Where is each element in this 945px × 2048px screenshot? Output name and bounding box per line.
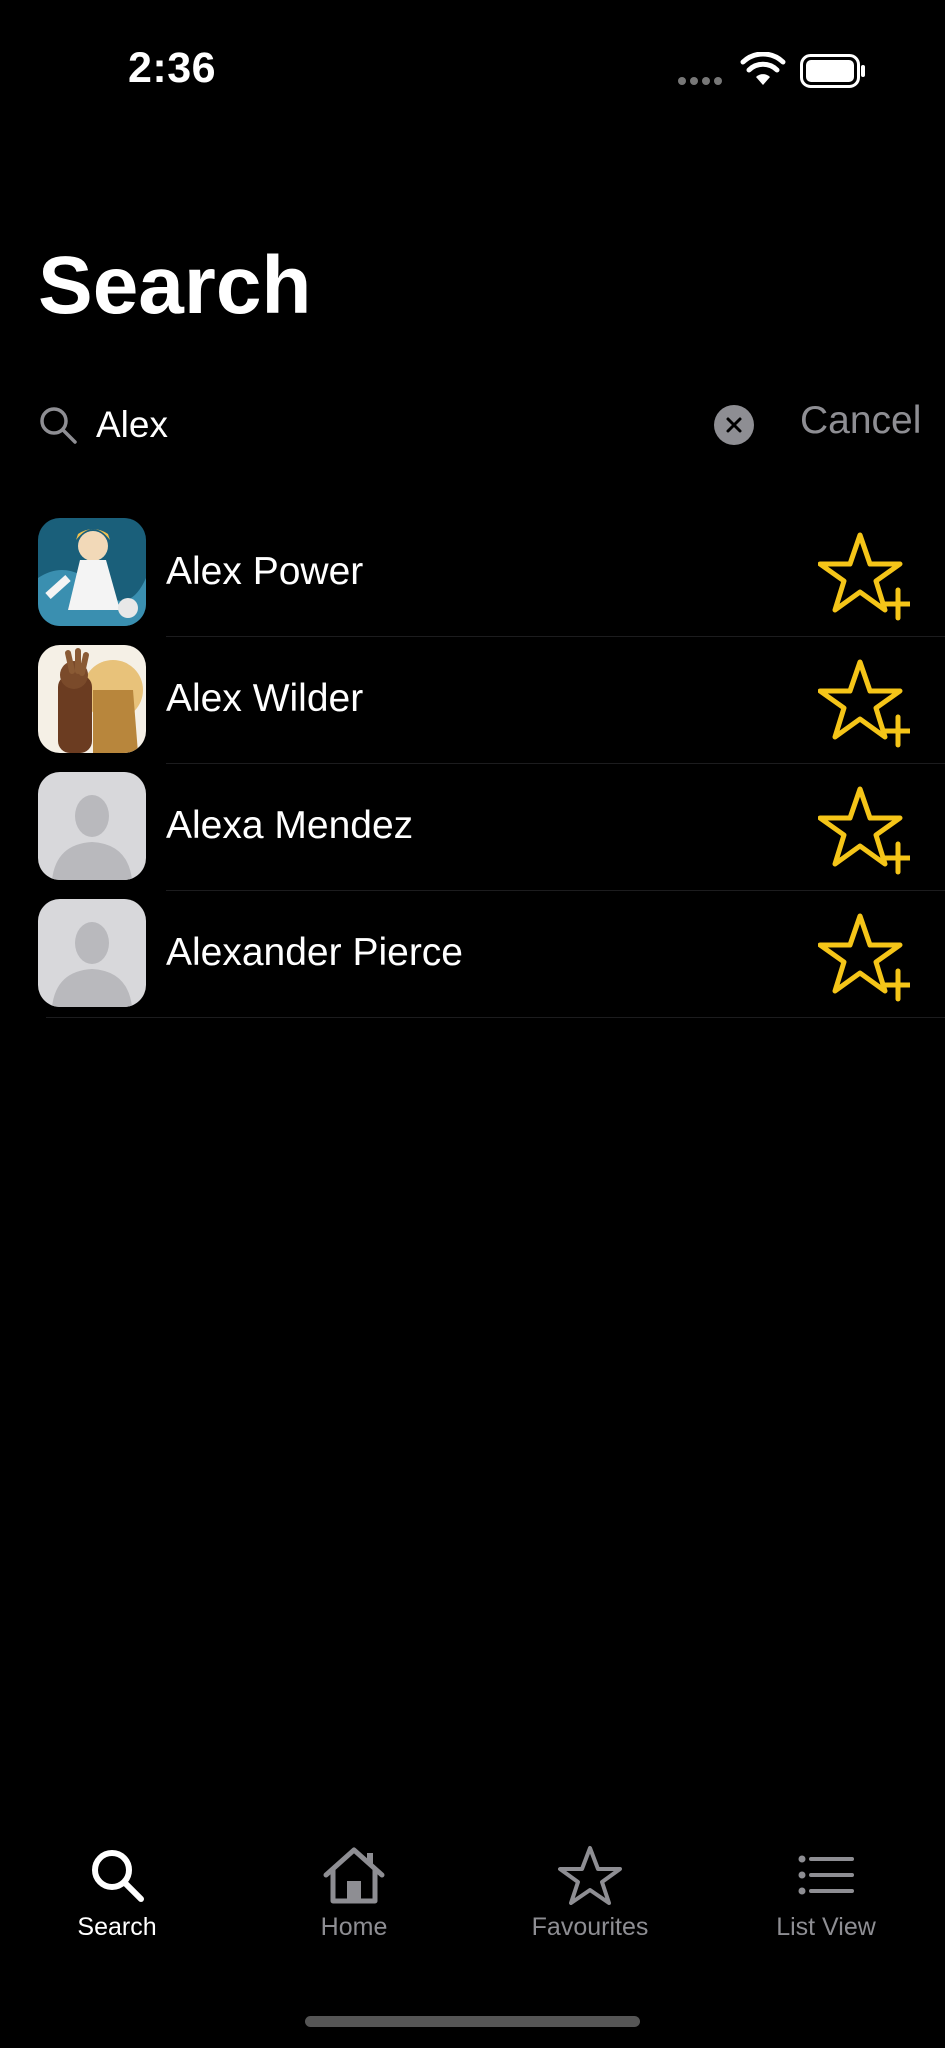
close-icon [726,417,742,433]
clear-search-button[interactable] [714,405,754,445]
avatar [38,645,146,753]
star-add-icon [817,913,913,1002]
list-item[interactable]: Alexa Mendez [0,764,945,891]
avatar-placeholder [38,772,146,880]
contact-name: Alexander Pierce [166,931,463,974]
tab-list-view[interactable]: List View [726,1845,926,1942]
list-item[interactable]: Alexander Pierce [0,891,945,1018]
add-favourite-button[interactable] [817,657,913,749]
contact-name: Alex Wilder [166,677,364,720]
add-favourite-button[interactable] [817,911,913,1003]
avatar [38,518,146,626]
contact-name: Alexa Mendez [166,804,414,847]
cancel-button[interactable]: Cancel [800,399,921,443]
tab-favourites[interactable]: Favourites [490,1845,690,1942]
contact-name: Alex Power [166,550,364,593]
tab-label: List View [776,1913,876,1941]
star-add-icon [817,532,913,621]
tab-home[interactable]: Home [254,1845,454,1942]
list-icon [798,1855,854,1895]
battery-icon [800,54,865,88]
search-input[interactable] [96,395,696,455]
search-bar: Cancel [38,395,928,455]
tab-bar: Search Home Favourites List View [0,1845,945,1965]
search-icon [92,1850,144,1902]
status-bar: 2:36 [0,0,945,140]
tab-label: Search [77,1913,157,1941]
add-favourite-button[interactable] [817,784,913,876]
star-icon [558,1846,622,1905]
page-title: Search [38,240,312,331]
home-icon [323,1847,385,1904]
list-item[interactable]: Alex Wilder [0,637,945,764]
tab-label: Home [320,1913,388,1941]
home-indicator[interactable] [305,2016,640,2027]
search-icon [40,407,77,444]
tab-label: Favourites [531,1913,649,1941]
star-add-icon [817,786,913,875]
add-favourite-button[interactable] [817,530,913,622]
status-time: 2:36 [128,44,217,92]
wifi-icon [740,52,786,85]
cellular-signal-icon [678,77,722,85]
list-item[interactable]: Alex Power [0,510,945,637]
search-results-list: Alex Power Alex Wilder Alexa Mendez Alex… [0,510,945,1018]
tab-search[interactable]: Search [17,1845,217,1942]
person-placeholder-icon [38,899,146,1007]
avatar-placeholder [38,899,146,1007]
star-add-icon [817,659,913,748]
person-placeholder-icon [38,772,146,880]
